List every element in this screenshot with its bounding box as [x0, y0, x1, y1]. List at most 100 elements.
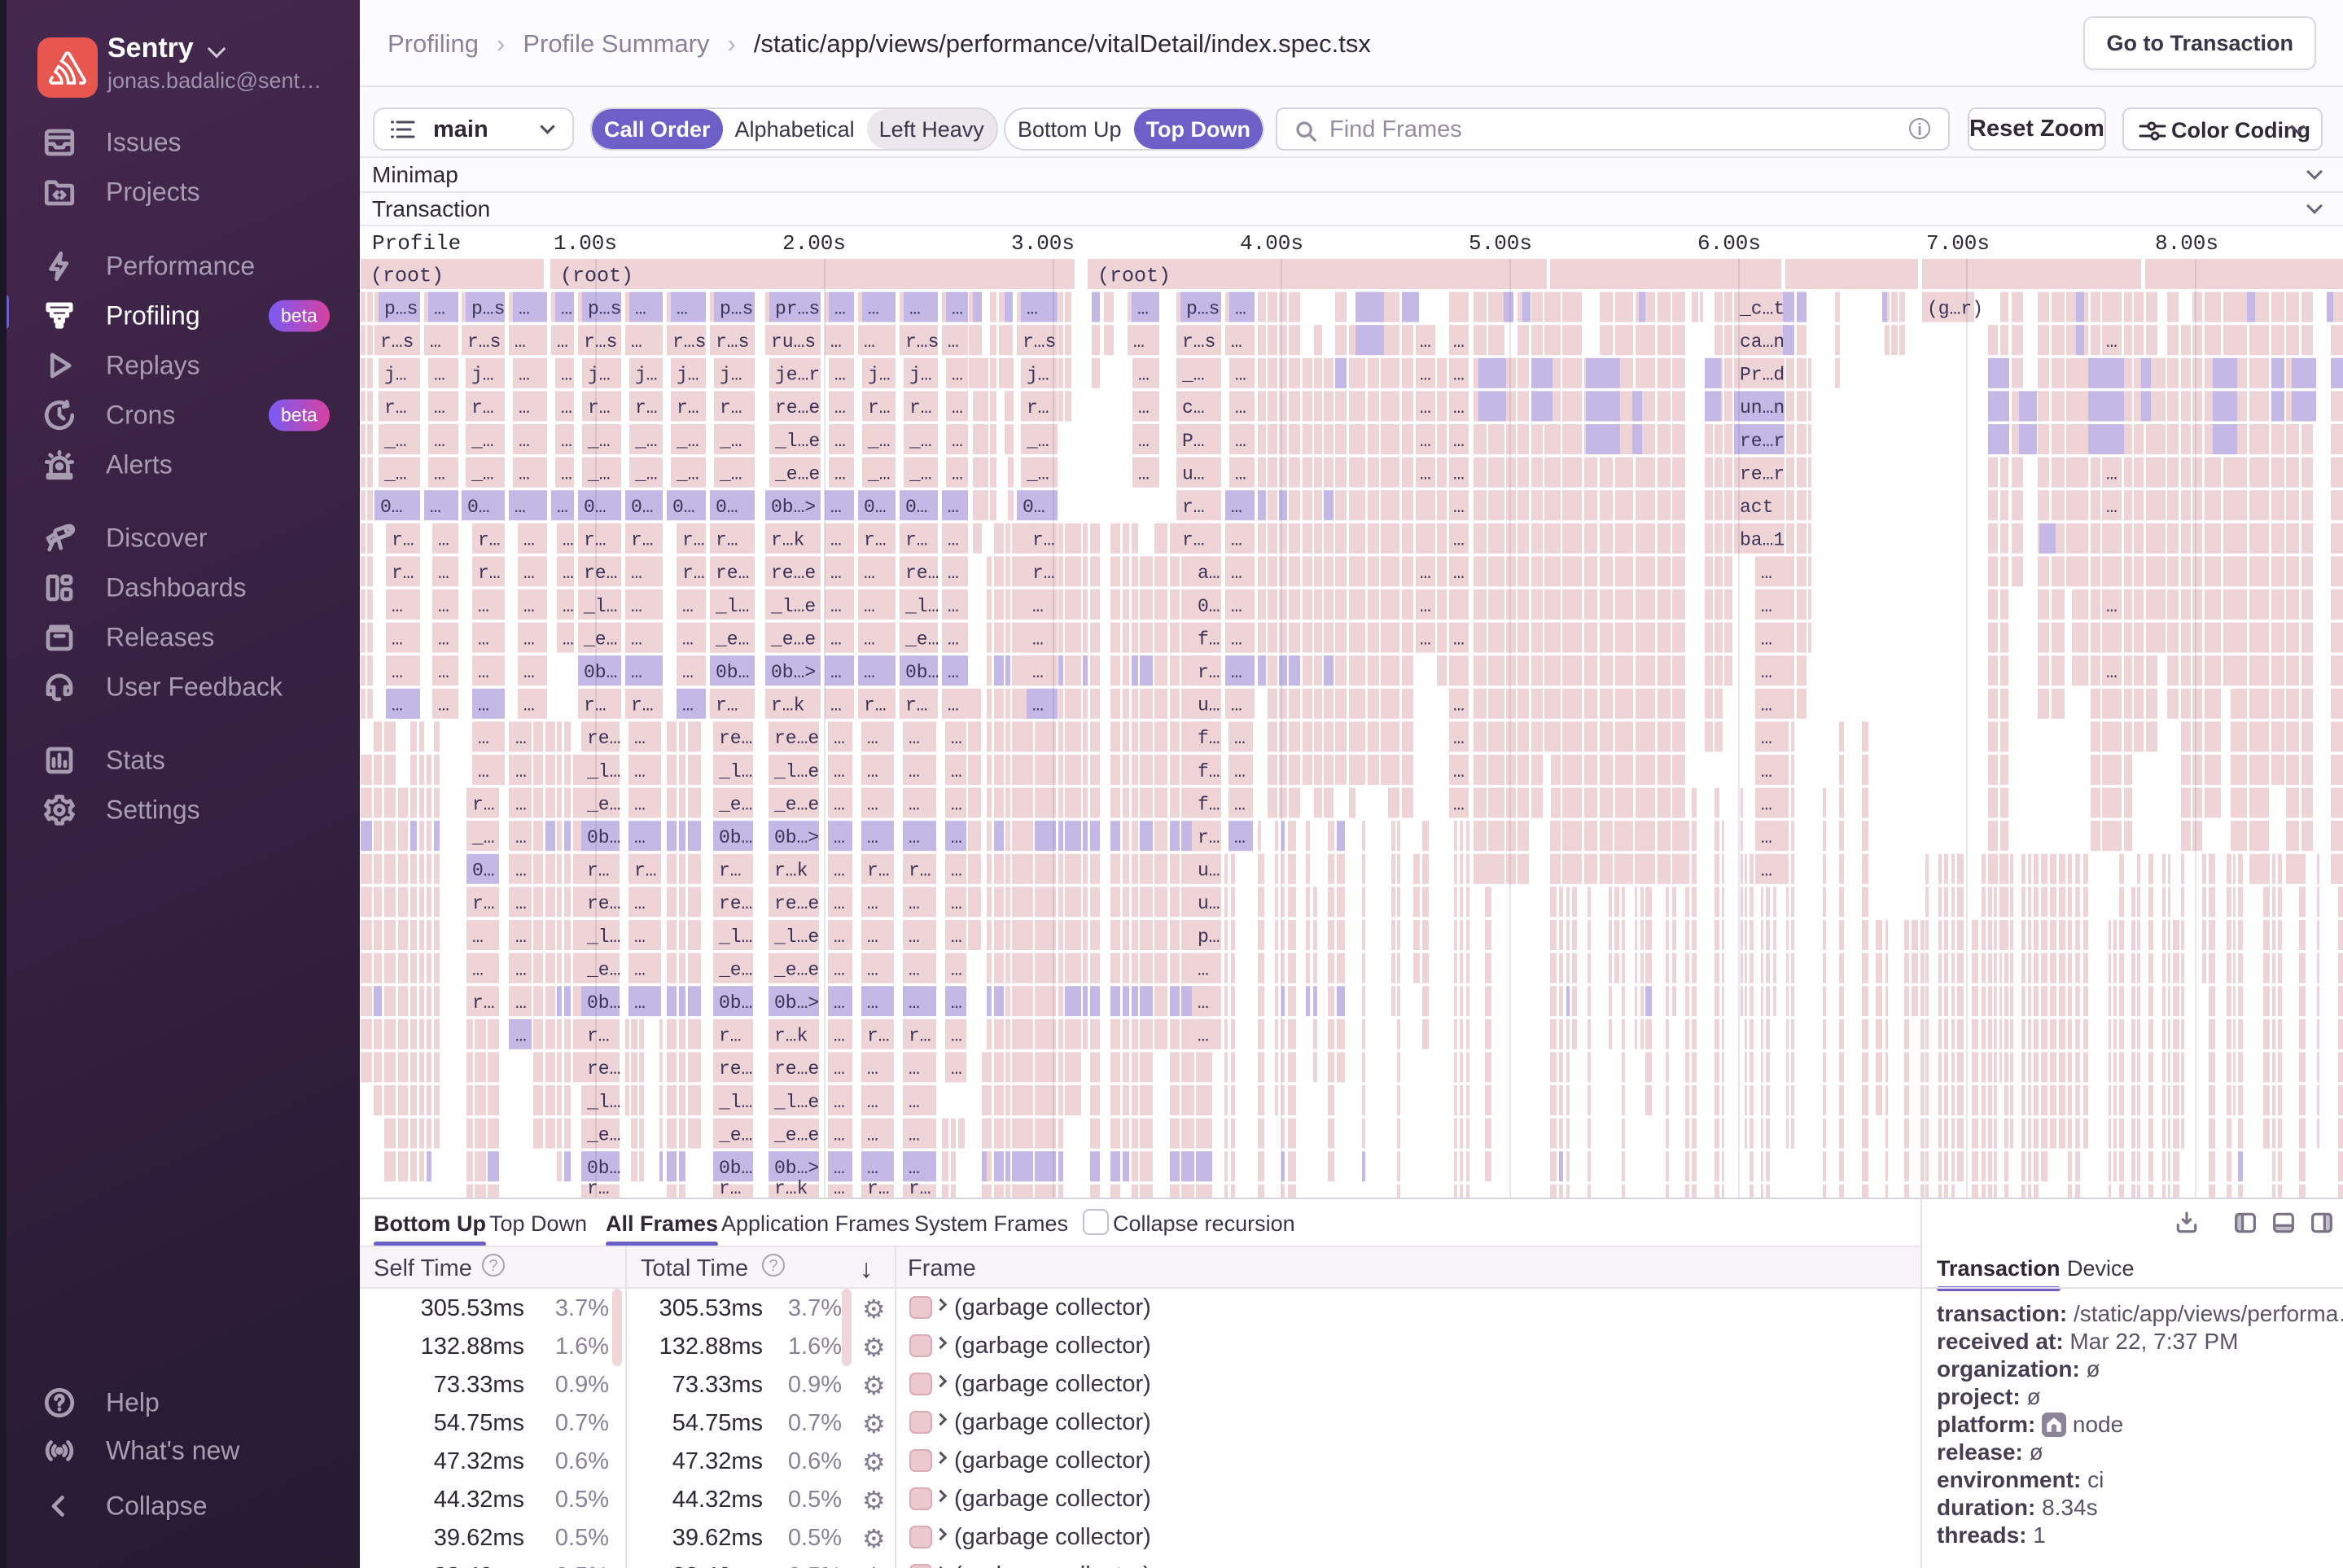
svg-text:r…: r…: [587, 861, 610, 882]
svg-text:…: …: [434, 463, 445, 484]
svg-text:_…: _…: [383, 431, 407, 452]
svg-text:…: …: [1761, 662, 1772, 683]
svg-text:_…: _…: [719, 431, 742, 452]
svg-text:…: …: [478, 596, 489, 617]
svg-text:…: …: [867, 992, 878, 1014]
svg-text:…: …: [834, 926, 845, 948]
svg-text:j…: j…: [384, 365, 407, 386]
svg-text:…: …: [951, 1058, 962, 1080]
svg-text:…: …: [634, 926, 646, 948]
svg-text:r…k: r…k: [774, 1178, 808, 1198]
svg-text:0b…: 0b…: [587, 992, 620, 1014]
svg-text:r…: r…: [1198, 662, 1220, 683]
svg-text:…: …: [830, 596, 842, 617]
svg-text:r…: r…: [472, 992, 495, 1014]
svg-text:…: …: [1453, 497, 1465, 518]
svg-text:…: …: [864, 596, 875, 617]
svg-text:r…: r…: [1027, 397, 1049, 418]
svg-text:r…: r…: [471, 397, 494, 418]
svg-text:P…: P…: [1182, 431, 1205, 452]
svg-text:…: …: [515, 728, 527, 749]
svg-text:…: …: [1133, 331, 1145, 353]
svg-text:…: …: [830, 530, 842, 551]
svg-text:…: …: [563, 530, 574, 551]
svg-text:…: …: [1231, 629, 1242, 650]
svg-text:r…: r…: [1182, 497, 1205, 518]
svg-text:…: …: [392, 695, 403, 716]
svg-text:_…: _…: [1026, 431, 1049, 452]
svg-text:…: …: [834, 365, 846, 386]
svg-text:…: …: [438, 662, 449, 683]
svg-text:…: …: [909, 794, 920, 815]
svg-text:p…s: p…s: [384, 298, 418, 319]
svg-text:…: …: [834, 728, 845, 749]
svg-text:…: …: [909, 992, 920, 1014]
svg-text:_…: _…: [676, 463, 699, 484]
svg-text:…: …: [515, 331, 526, 353]
svg-text:…: …: [834, 1124, 845, 1145]
svg-text:…: …: [430, 497, 441, 518]
svg-text:re…: re…: [587, 893, 620, 914]
svg-text:…: …: [1231, 596, 1242, 617]
svg-text:…: …: [867, 959, 878, 980]
svg-text:r…: r…: [384, 397, 407, 418]
svg-text:_…: _…: [471, 431, 494, 452]
svg-text:r…: r…: [868, 397, 891, 418]
svg-text:…: …: [1235, 397, 1246, 418]
svg-text:…: …: [834, 959, 845, 980]
svg-text:j…: j…: [868, 365, 891, 386]
svg-text:r…k: r…k: [771, 530, 804, 551]
svg-text:_l…: _l…: [718, 1092, 752, 1113]
svg-text:…: …: [478, 629, 489, 650]
svg-text:…: …: [1453, 761, 1465, 782]
svg-text:_l…: _l…: [715, 596, 749, 617]
svg-text:…: …: [523, 596, 535, 617]
svg-text:…: …: [830, 695, 842, 716]
svg-text:r…: r…: [587, 1026, 610, 1047]
svg-text:…: …: [867, 1092, 878, 1113]
svg-text:re…e: re…e: [771, 563, 816, 584]
svg-text:…: …: [1420, 397, 1431, 418]
svg-text:r…: r…: [909, 1026, 931, 1047]
svg-text:…: …: [519, 298, 530, 319]
svg-text:0b…: 0b…: [719, 992, 752, 1014]
svg-text:r…: r…: [1198, 827, 1220, 848]
svg-text:…: …: [677, 298, 688, 319]
svg-text:0b…: 0b…: [719, 1158, 752, 1179]
svg-text:…: …: [682, 629, 694, 650]
svg-text:…: …: [834, 827, 845, 848]
svg-text:r…: r…: [588, 397, 611, 418]
svg-text:0b…: 0b…: [584, 662, 617, 683]
svg-text:r…: r…: [719, 1178, 742, 1198]
svg-text:…: …: [1453, 530, 1465, 551]
svg-text:0…: 0…: [864, 497, 887, 518]
svg-text:…: …: [438, 629, 449, 650]
svg-text:…: …: [1453, 397, 1465, 418]
svg-text:…: …: [1198, 1026, 1209, 1047]
svg-text:…: …: [631, 629, 642, 650]
svg-text:…: …: [682, 596, 694, 617]
svg-text:_e…: _e…: [715, 629, 749, 650]
svg-text:a…: a…: [1198, 563, 1220, 584]
svg-text:re…e: re…e: [774, 1058, 819, 1080]
svg-text:…: …: [1453, 331, 1465, 353]
svg-text:…: …: [834, 861, 845, 882]
svg-text:…: …: [434, 397, 445, 418]
svg-text:_…: _…: [867, 463, 891, 484]
svg-text:…: …: [909, 761, 920, 782]
svg-text:…: …: [434, 298, 445, 319]
svg-text:…: …: [1138, 365, 1150, 386]
svg-text:r…: r…: [1032, 530, 1055, 551]
svg-text:0…: 0…: [905, 497, 928, 518]
svg-text:…: …: [951, 1026, 962, 1047]
svg-text:(root): (root): [560, 265, 633, 288]
svg-text:…: …: [867, 1124, 878, 1145]
svg-text:j…: j…: [909, 365, 932, 386]
svg-text:j…: j…: [471, 365, 494, 386]
svg-text:…: …: [909, 893, 920, 914]
svg-text:…: …: [1420, 431, 1431, 452]
svg-text:…: …: [2106, 662, 2117, 683]
svg-text:(root): (root): [1097, 265, 1171, 288]
svg-text:…: …: [1761, 761, 1772, 782]
svg-text:…: …: [952, 431, 963, 452]
